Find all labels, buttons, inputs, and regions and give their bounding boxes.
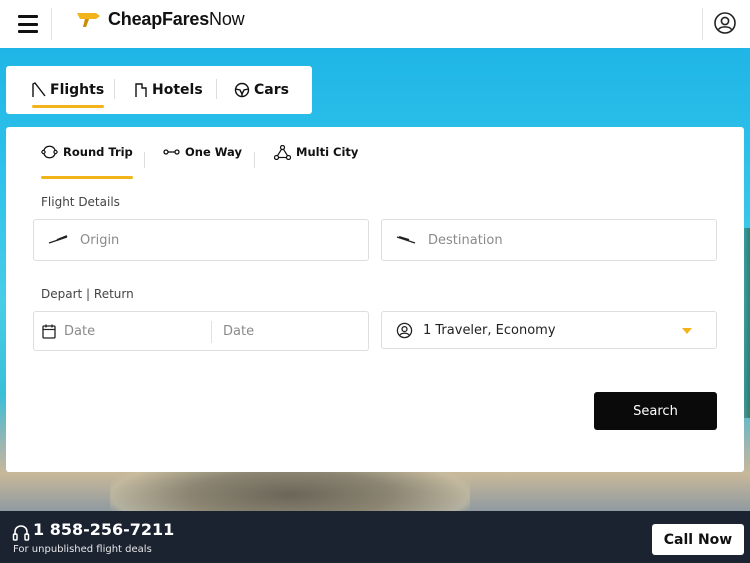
flight-details-label: Flight Details: [41, 195, 120, 209]
dates-label: Depart | Return: [41, 287, 134, 301]
takeoff-icon: [48, 235, 68, 244]
tab-divider: [216, 79, 217, 99]
tab-divider: [114, 79, 115, 99]
trip-round-trip[interactable]: Round Trip: [41, 145, 133, 179]
calendar-icon: [42, 324, 56, 339]
flight-search-card: Round Trip One Way Multi City Flight Det…: [6, 127, 744, 472]
search-button[interactable]: Search: [594, 392, 717, 430]
trip-multi-city[interactable]: Multi City: [274, 145, 358, 179]
trip-divider: [144, 152, 145, 168]
phone-number[interactable]: 1 858-256-7211: [33, 520, 174, 539]
tab-hotels[interactable]: Hotels: [134, 66, 203, 114]
hotel-icon: [135, 83, 147, 97]
date-separator: [211, 321, 212, 343]
tab-cars[interactable]: Cars: [234, 66, 289, 114]
landing-icon: [396, 236, 416, 244]
travelers-value: 1 Traveler, Economy: [423, 322, 556, 338]
origin-placeholder: Origin: [80, 232, 120, 248]
travelers-select[interactable]: 1 Traveler, Economy: [381, 311, 717, 349]
trip-round-trip-label: Round Trip: [63, 145, 133, 159]
site-logo[interactable]: CheapFaresNow: [76, 9, 245, 30]
multi-city-icon: [274, 145, 291, 160]
tab-hotels-label: Hotels: [152, 82, 203, 98]
destination-field[interactable]: Destination: [381, 219, 717, 261]
origin-field[interactable]: Origin: [33, 219, 369, 261]
date-range-field[interactable]: Date Date: [33, 311, 369, 351]
return-date-placeholder[interactable]: Date: [223, 324, 254, 339]
trip-one-way[interactable]: One Way: [163, 145, 242, 179]
header-divider: [51, 8, 52, 40]
logo-text-regular: Now: [209, 9, 245, 29]
flight-icon: [32, 82, 46, 97]
header-divider-right: [702, 8, 703, 40]
tab-cars-label: Cars: [254, 82, 289, 98]
trip-multi-city-label: Multi City: [296, 145, 359, 159]
depart-date-placeholder[interactable]: Date: [64, 324, 95, 339]
headset-icon: [12, 525, 30, 541]
tab-flights-label: Flights: [50, 82, 105, 98]
phone-subtitle: For unpublished flight deals: [13, 544, 152, 555]
round-trip-icon: [41, 145, 58, 159]
user-account-icon[interactable]: [713, 11, 737, 35]
hamburger-menu-icon[interactable]: [18, 15, 38, 33]
destination-placeholder: Destination: [428, 232, 503, 248]
one-way-icon: [163, 149, 180, 155]
top-header: CheapFaresNow: [0, 0, 750, 48]
call-bar: 1 858-256-7211 For unpublished flight de…: [0, 511, 750, 563]
chevron-down-icon: [682, 328, 692, 334]
traveler-icon: [396, 322, 413, 338]
call-now-button[interactable]: Call Now: [652, 524, 744, 555]
tab-flights[interactable]: Flights: [32, 66, 105, 114]
logo-text-bold: CheapFares: [108, 9, 210, 29]
trip-one-way-label: One Way: [185, 145, 242, 159]
product-tabs: Flights Hotels Cars: [6, 66, 312, 114]
car-steering-icon: [234, 82, 250, 98]
trip-divider: [254, 152, 255, 168]
logo-plane-icon: [77, 12, 100, 27]
